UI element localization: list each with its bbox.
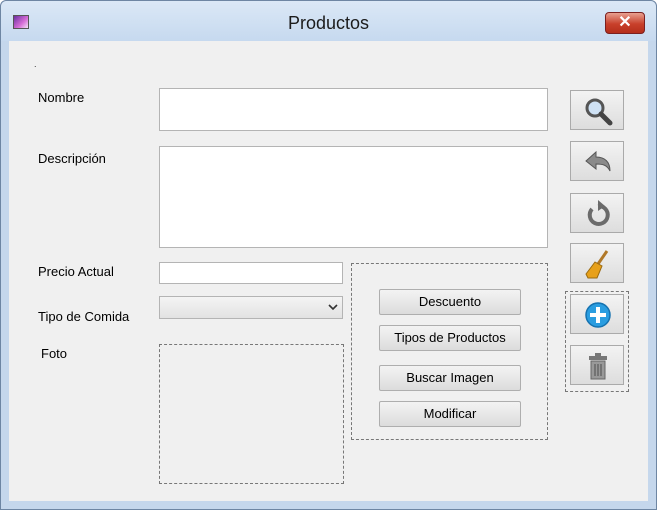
- precio-label: Precio Actual: [38, 264, 114, 279]
- descripcion-label: Descripción: [38, 151, 106, 166]
- tipo-comida-label: Tipo de Comida: [38, 309, 130, 324]
- window-bottom-border: [9, 501, 648, 509]
- refresh-button[interactable]: [570, 193, 624, 233]
- clear-button[interactable]: [570, 243, 624, 283]
- search-icon: [585, 98, 613, 126]
- add-icon: [585, 302, 611, 328]
- nombre-label: Nombre: [38, 90, 85, 105]
- modificar-button[interactable]: Modificar: [379, 401, 521, 427]
- window-title: Productos: [287, 13, 370, 33]
- precio-input[interactable]: [159, 262, 343, 284]
- foto-label: Foto: [41, 346, 68, 361]
- search-button[interactable]: [570, 90, 624, 130]
- broom-icon: [585, 250, 609, 279]
- dot-label: .: [34, 59, 37, 69]
- close-button[interactable]: ✕: [605, 12, 645, 34]
- chevron-down-icon: [328, 304, 338, 311]
- descuento-button[interactable]: Descuento: [379, 289, 521, 315]
- refresh-icon: [587, 200, 610, 226]
- delete-button[interactable]: [570, 345, 624, 385]
- back-arrow-icon: [585, 150, 611, 172]
- tipo-comida-select[interactable]: [159, 296, 343, 319]
- descripcion-textarea[interactable]: [159, 146, 548, 248]
- add-button[interactable]: [570, 294, 624, 334]
- photo-box[interactable]: [159, 344, 344, 484]
- nombre-input[interactable]: [159, 88, 548, 131]
- window: Productos ✕ . Nombre Descripción Precio …: [0, 0, 657, 510]
- tipos-productos-button[interactable]: Tipos de Productos: [379, 325, 521, 351]
- back-button[interactable]: [570, 141, 624, 181]
- title-bar: Productos ✕: [1, 1, 656, 41]
- buscar-imagen-button[interactable]: Buscar Imagen: [379, 365, 521, 391]
- trash-icon: [589, 353, 607, 380]
